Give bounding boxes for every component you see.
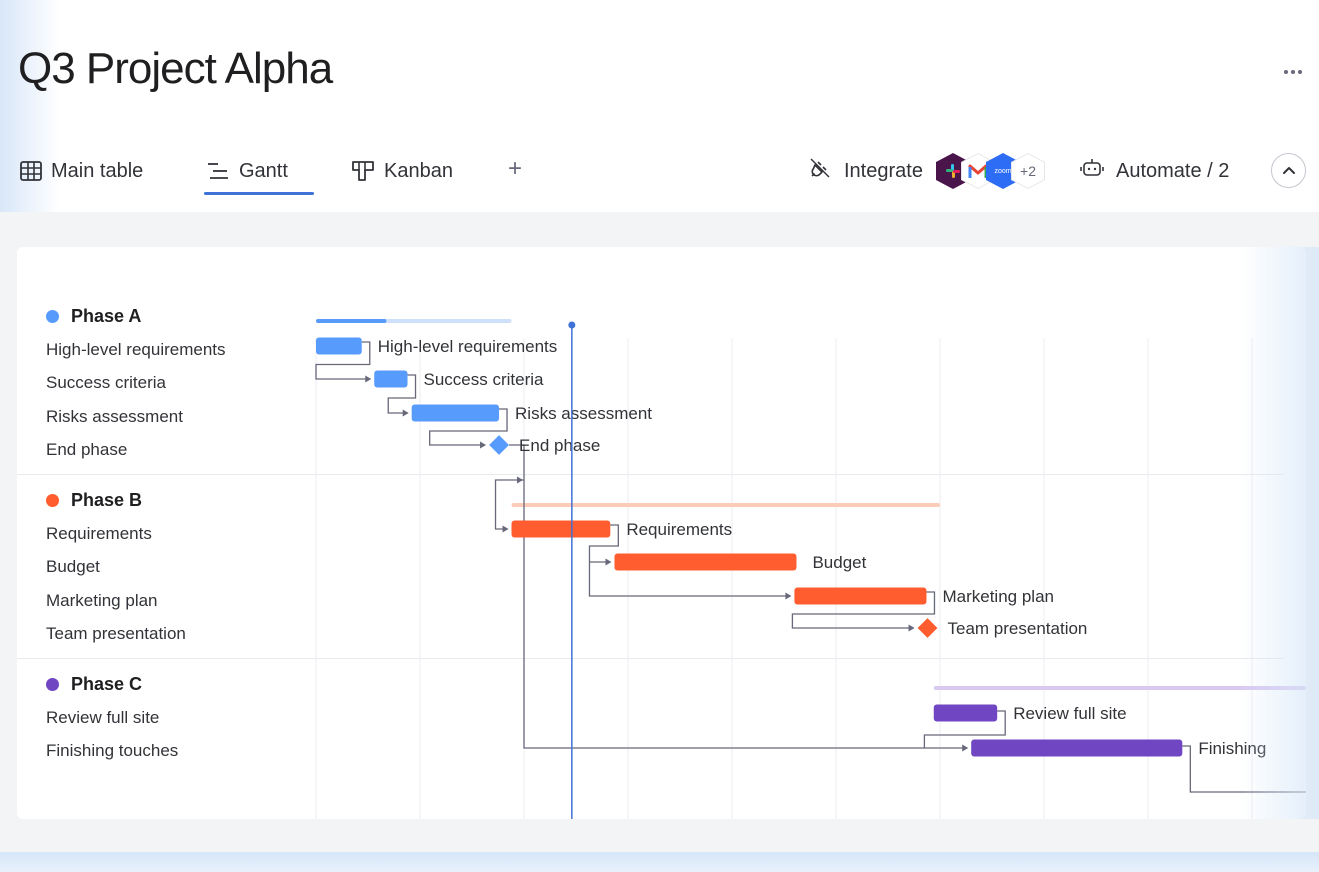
- item-label[interactable]: Team presentation: [46, 623, 186, 645]
- gantt-lines-icon: [206, 161, 230, 181]
- more-apps-badge: +2: [1011, 153, 1045, 189]
- group-summary-bar[interactable]: [511, 503, 940, 507]
- tab-label: Gantt: [239, 159, 288, 182]
- group-name: Phase B: [71, 489, 143, 510]
- item-label[interactable]: Requirements: [46, 523, 152, 545]
- item-label[interactable]: Marketing plan: [46, 590, 158, 612]
- page-title: Q3 Project Alpha: [18, 44, 333, 93]
- item-label[interactable]: Budget: [46, 556, 100, 578]
- add-view-button[interactable]: +: [508, 155, 522, 183]
- task-bar[interactable]: [971, 739, 1183, 757]
- item-label[interactable]: Review full site: [46, 707, 159, 729]
- group-divider: [17, 658, 1283, 659]
- plus-icon: +: [508, 155, 523, 182]
- group-phase-a[interactable]: Phase A: [46, 304, 141, 328]
- kanban-columns-icon: [351, 160, 375, 182]
- board-header: Q3 Project Alpha Main table Gantt Kanban…: [0, 0, 1319, 212]
- item-label[interactable]: High-level requirements: [46, 339, 226, 361]
- chevron-up-icon: [1282, 162, 1296, 180]
- plug-icon: [808, 156, 832, 186]
- more-options-button[interactable]: [1278, 60, 1308, 84]
- tab-main-table[interactable]: Main table: [20, 152, 143, 190]
- group-summary-bar[interactable]: [316, 319, 512, 323]
- ellipsis-horizontal-icon: [1284, 70, 1302, 74]
- task-bar[interactable]: [794, 587, 927, 605]
- task-bar[interactable]: [374, 370, 408, 388]
- tab-gantt[interactable]: Gantt: [206, 152, 288, 190]
- task-bar[interactable]: [411, 404, 500, 422]
- group-color-dot: [46, 309, 59, 323]
- integrate-button[interactable]: Integrate: [808, 152, 923, 190]
- group-name: Phase C: [71, 673, 143, 694]
- integration-apps[interactable]: zoom +2: [936, 152, 1046, 190]
- group-name: Phase A: [71, 305, 142, 326]
- item-label[interactable]: Finishing touches: [46, 740, 178, 762]
- group-phase-b[interactable]: Phase B: [46, 488, 142, 512]
- item-label[interactable]: Success criteria: [46, 372, 166, 394]
- collapse-header-button[interactable]: [1271, 153, 1306, 188]
- item-label[interactable]: Risks assessment: [46, 406, 183, 428]
- active-tab-indicator: [204, 192, 314, 195]
- task-bar[interactable]: [933, 704, 998, 722]
- background-bottom: [0, 852, 1319, 872]
- group-phase-c[interactable]: Phase C: [46, 672, 142, 696]
- task-bar[interactable]: [511, 520, 611, 538]
- gantt-board: [17, 247, 1306, 819]
- tab-kanban[interactable]: Kanban: [351, 152, 453, 190]
- automate-label: Automate / 2: [1116, 159, 1230, 182]
- task-bar[interactable]: [614, 553, 797, 571]
- tab-label: Kanban: [384, 159, 453, 182]
- item-label[interactable]: End phase: [46, 439, 127, 461]
- automate-button[interactable]: Automate / 2: [1080, 152, 1229, 190]
- group-color-dot: [46, 493, 59, 507]
- task-bar[interactable]: [316, 337, 362, 355]
- group-summary-bar[interactable]: [933, 686, 1306, 690]
- tab-label: Main table: [51, 159, 144, 182]
- group-color-dot: [46, 677, 59, 691]
- integrate-label: Integrate: [844, 159, 923, 182]
- table-grid-icon: [20, 161, 42, 181]
- group-divider: [17, 474, 1283, 475]
- robot-icon: [1080, 157, 1104, 185]
